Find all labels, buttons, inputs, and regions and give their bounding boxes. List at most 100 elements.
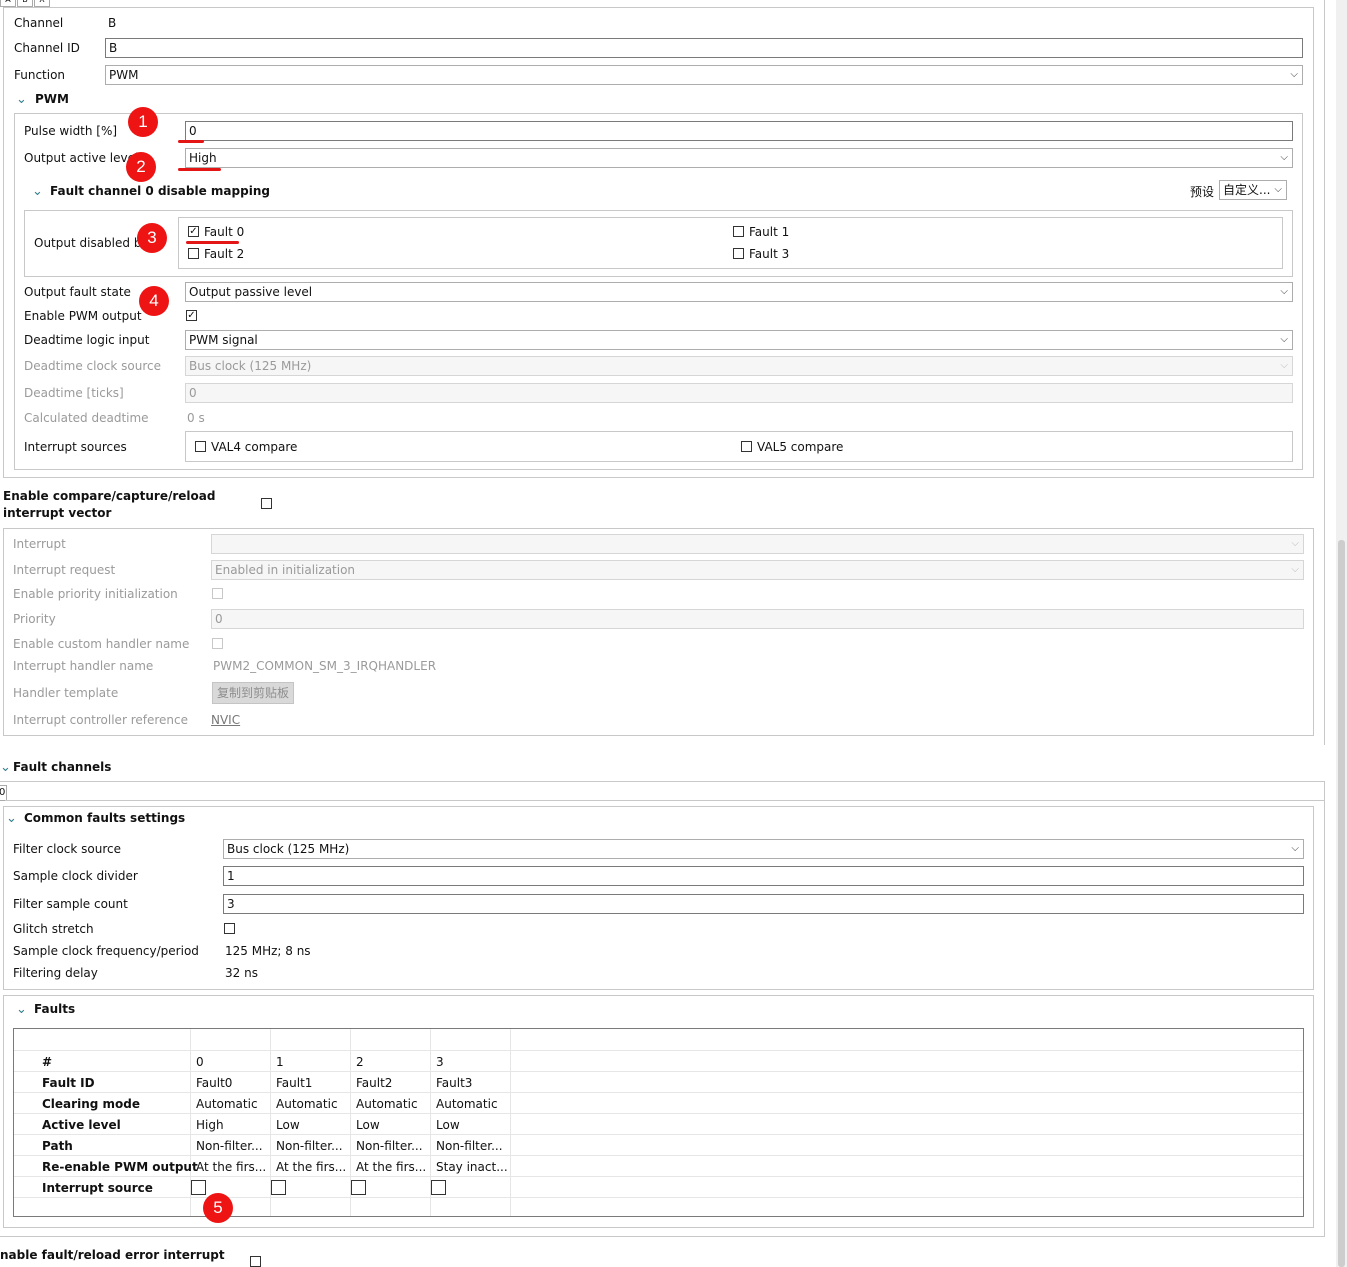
table-cell[interactable]: Non-filter...: [276, 1139, 343, 1153]
row-divider: [14, 1071, 1303, 1072]
chevron-down-icon: ⌵: [1280, 152, 1288, 163]
val4-checkbox[interactable]: [195, 441, 206, 452]
val5-checkbox[interactable]: [741, 441, 752, 452]
vertical-scrollbar[interactable]: [1336, 0, 1347, 1267]
annotation-underline: [178, 168, 221, 171]
table-cell[interactable]: Automatic: [436, 1097, 498, 1111]
annotation-badge-3: 3: [137, 223, 167, 253]
ccr-enable-checkbox[interactable]: [261, 498, 272, 509]
table-cell[interactable]: At the firs...: [276, 1160, 346, 1174]
channel-label: Channel: [14, 16, 64, 30]
custom-handler-checkbox[interactable]: [212, 638, 223, 649]
pulse-width-input[interactable]: 0: [185, 121, 1293, 141]
chevron-down-icon: ⌵: [1280, 286, 1288, 297]
enable-priority-checkbox[interactable]: [212, 588, 223, 599]
output-active-level-select[interactable]: High ⌵: [185, 148, 1293, 168]
filter-clock-select[interactable]: Bus clock (125 MHz) ⌵: [223, 839, 1304, 859]
ccr-enable-label-line2: interrupt vector: [3, 506, 112, 520]
row-divider: [14, 1113, 1303, 1114]
fault-2-checkbox[interactable]: [188, 248, 199, 259]
table-cell[interactable]: Automatic: [356, 1097, 418, 1111]
table-cell[interactable]: Low: [436, 1118, 460, 1132]
interrupt-source-checkbox-1[interactable]: [271, 1180, 286, 1195]
table-cell[interactable]: Fault1: [276, 1076, 312, 1090]
faults-collapse-chevron-icon[interactable]: ⌄: [16, 1002, 27, 1017]
table-cell[interactable]: Fault3: [436, 1076, 472, 1090]
enable-pwm-output-label: Enable PWM output: [24, 309, 142, 323]
enable-pwm-output-checkbox[interactable]: ✓: [186, 310, 197, 321]
deadtime-logic-select[interactable]: PWM signal ⌵: [185, 330, 1293, 350]
table-cell[interactable]: At the firs...: [356, 1160, 426, 1174]
fault-1-checkbox[interactable]: [733, 226, 744, 237]
table-cell[interactable]: Fault2: [356, 1076, 392, 1090]
interrupt-select[interactable]: ⌵: [211, 534, 1304, 554]
enable-fault-reload-checkbox[interactable]: [250, 1256, 261, 1267]
common-faults-collapse-chevron-icon[interactable]: ⌄: [6, 811, 17, 826]
fault-channels-collapse-chevron-icon[interactable]: ⌄: [0, 760, 11, 775]
tab-bar-underline: [5, 800, 1324, 801]
interrupt-source-checkbox-2[interactable]: [351, 1180, 366, 1195]
preset-select[interactable]: 自定义... ⌵: [1219, 180, 1287, 200]
table-cell[interactable]: Non-filter...: [356, 1139, 423, 1153]
output-fault-state-value: Output passive level: [189, 285, 313, 299]
faults-title: Faults: [34, 1002, 76, 1016]
table-cell[interactable]: At the firs...: [196, 1160, 266, 1174]
deadtime-logic-value: PWM signal: [189, 333, 258, 347]
table-cell[interactable]: Stay inact...: [436, 1160, 508, 1174]
chevron-down-icon: ⌵: [1290, 69, 1298, 80]
table-cell[interactable]: Low: [276, 1118, 300, 1132]
chevron-down-icon: ⌵: [1291, 538, 1299, 549]
custom-handler-label: Enable custom handler name: [13, 637, 190, 651]
filter-count-input[interactable]: 3: [223, 894, 1304, 914]
fault-0-checkbox[interactable]: ✓: [188, 226, 199, 237]
faults-table: # Fault ID Clearing mode Active level Pa…: [13, 1028, 1304, 1217]
deadtime-ticks-label: Deadtime [ticks]: [24, 386, 124, 400]
deadtime-clock-select[interactable]: Bus clock (125 MHz) ⌵: [185, 356, 1293, 376]
fault-checkbox-group: [178, 217, 1283, 269]
enable-fault-reload-label: nable fault/reload error interrupt: [0, 1248, 225, 1262]
table-cell[interactable]: High: [196, 1118, 224, 1132]
priority-input[interactable]: 0: [211, 609, 1304, 629]
handler-template-label: Handler template: [13, 686, 119, 700]
annotation-badge-2: 2: [126, 152, 156, 182]
row-divider: [14, 1092, 1303, 1093]
function-select[interactable]: PWM ⌵: [105, 65, 1303, 85]
table-cell[interactable]: Automatic: [196, 1097, 258, 1111]
table-cell[interactable]: Low: [356, 1118, 380, 1132]
output-fault-state-label: Output fault state: [24, 285, 131, 299]
fault-mapping-collapse-chevron-icon[interactable]: ⌄: [32, 184, 43, 199]
nvic-link[interactable]: NVIC: [211, 713, 240, 727]
chevron-down-icon: ⌵: [1291, 564, 1299, 575]
chevron-down-icon: ⌵: [1274, 184, 1282, 195]
table-cell: 1: [276, 1055, 284, 1069]
common-faults-title: Common faults settings: [24, 811, 186, 825]
glitch-stretch-checkbox[interactable]: [224, 923, 235, 934]
channel-id-label: Channel ID: [14, 41, 80, 55]
calc-deadtime-label: Calculated deadtime: [24, 411, 149, 425]
ccr-enable-label-line1: Enable compare/capture/reload: [3, 489, 216, 503]
table-cell[interactable]: Fault0: [196, 1076, 232, 1090]
table-cell[interactable]: Non-filter...: [196, 1139, 263, 1153]
copy-to-clipboard-button[interactable]: 复制到剪贴板: [212, 682, 295, 704]
sample-divider-input[interactable]: 1: [223, 866, 1304, 886]
interrupt-request-label: Interrupt request: [13, 563, 116, 577]
fault-3-label: Fault 3: [749, 247, 790, 261]
table-cell[interactable]: Non-filter...: [436, 1139, 503, 1153]
table-cell[interactable]: Automatic: [276, 1097, 338, 1111]
table-row-header: Clearing mode: [42, 1097, 140, 1111]
chevron-down-icon: ⌵: [1280, 334, 1288, 345]
interrupt-request-select[interactable]: Enabled in initialization ⌵: [211, 560, 1304, 580]
interrupt-source-checkbox-0[interactable]: [191, 1180, 206, 1195]
pwm-collapse-chevron-icon[interactable]: ⌄: [16, 92, 27, 107]
filter-count-label: Filter sample count: [13, 897, 128, 911]
fault-2-label: Fault 2: [204, 247, 245, 261]
scrollbar-thumb[interactable]: [1338, 540, 1345, 1267]
channel-id-input[interactable]: B: [105, 38, 1303, 58]
deadtime-ticks-input[interactable]: 0: [185, 383, 1293, 403]
interrupt-source-checkbox-3[interactable]: [431, 1180, 446, 1195]
controller-ref-label: Interrupt controller reference: [13, 713, 188, 727]
output-fault-state-select[interactable]: Output passive level ⌵: [185, 282, 1293, 302]
fault-3-checkbox[interactable]: [733, 248, 744, 259]
fault-channel-tab-0[interactable]: 0: [0, 785, 7, 801]
filter-clock-value: Bus clock (125 MHz): [227, 842, 350, 856]
